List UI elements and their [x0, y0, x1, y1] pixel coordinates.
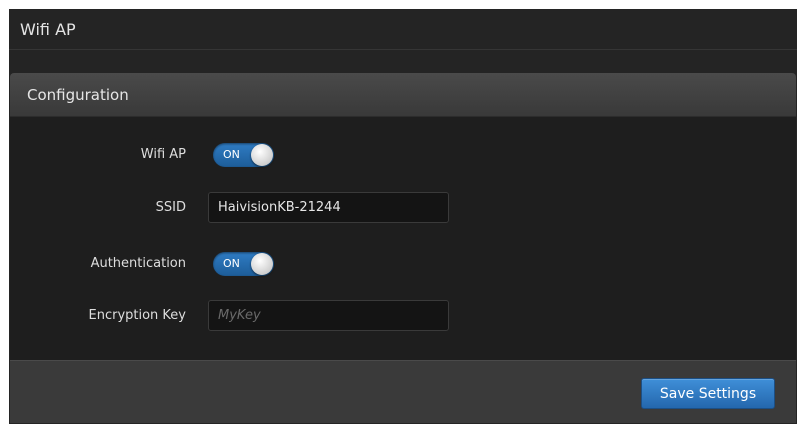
wifi-ap-label: Wifi AP [140, 147, 186, 162]
ssid-label: SSID [155, 200, 186, 215]
panel-footer: Save Settings [10, 360, 796, 423]
panel-title: Configuration [27, 85, 129, 104]
authentication-toggle-state: ON [223, 257, 240, 270]
toggle-knob [251, 144, 273, 166]
encryption-key-input[interactable] [208, 300, 449, 331]
panel-header: Configuration [10, 73, 796, 117]
toggle-knob [251, 253, 273, 275]
wifi-ap-toggle[interactable]: ON [213, 143, 274, 167]
encryption-key-label: Encryption Key [88, 308, 187, 323]
wifi-ap-toggle-state: ON [223, 148, 240, 161]
ssid-input[interactable] [208, 192, 449, 223]
page-title: Wifi AP [20, 19, 76, 39]
window-header: Wifi AP [9, 9, 797, 50]
save-settings-button[interactable]: Save Settings [641, 378, 775, 409]
encryption-key-row: Encryption Key [10, 300, 796, 332]
configuration-panel: Configuration Wifi AP ON SSID Authentica… [10, 73, 796, 423]
authentication-label: Authentication [90, 256, 186, 271]
authentication-toggle[interactable]: ON [213, 252, 274, 276]
wifi-ap-row: Wifi AP ON [10, 139, 796, 171]
ssid-row: SSID [10, 192, 796, 224]
wifi-ap-window: Wifi AP Configuration Wifi AP ON SSID Au… [9, 9, 797, 424]
authentication-row: Authentication ON [10, 248, 796, 280]
